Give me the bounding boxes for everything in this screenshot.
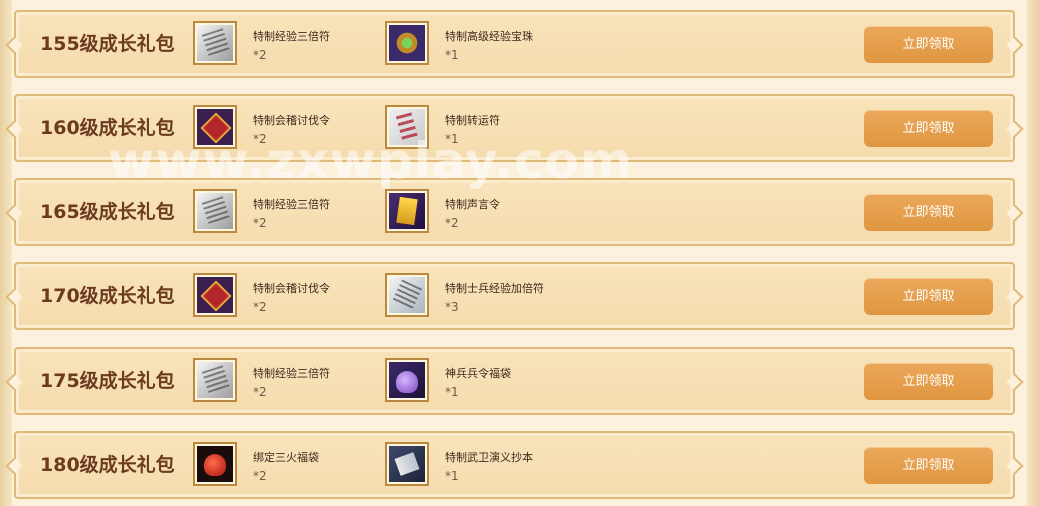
right-frame-border [1027,0,1039,506]
reward-quantity: *1 [445,385,459,399]
exp-talisman-icon [197,193,233,229]
growth-pack-row: 180级成长礼包 绑定三火福袋 *2 特制武卫演义抄本 *1 立即领取 [14,431,1015,499]
reward-name: 特制转运符 [445,114,500,127]
reward-quantity: *3 [445,300,459,314]
reward-thumbnail[interactable] [385,358,429,402]
reward-name: 特制会稽讨伐令 [253,282,330,295]
reward-thumbnail[interactable] [385,21,429,65]
pack-title: 160级成长礼包 [40,117,175,139]
pack-title: 155级成长礼包 [40,33,175,55]
crusade-token-icon [197,277,233,313]
reward-thumbnail[interactable] [193,358,237,402]
reward-name: 特制武卫演义抄本 [445,451,533,464]
reward-quantity: *2 [253,469,267,483]
claim-now-button[interactable]: 立即领取 [864,278,993,315]
claim-now-button[interactable]: 立即领取 [864,363,993,400]
exp-talisman-icon [197,25,233,61]
reward-quantity: *1 [445,469,459,483]
reward-name: 特制声言令 [445,198,500,211]
exp-talisman-icon [197,362,233,398]
reward-thumbnail[interactable] [385,442,429,486]
growth-pack-row: 155级成长礼包 特制经验三倍符 *2 特制高级经验宝珠 *1 立即领取 [14,10,1015,78]
luck-talisman-icon [389,109,425,145]
exp-orb-icon [389,25,425,61]
reward-quantity: *2 [445,216,459,230]
reward-thumbnail[interactable] [193,273,237,317]
growth-pack-row: 165级成长礼包 特制经验三倍符 *2 特制声言令 *2 立即领取 [14,178,1015,246]
pack-title: 180级成长礼包 [40,454,175,476]
pack-title: 165级成长礼包 [40,201,175,223]
soldier-exp-talisman-icon [389,277,425,313]
reward-thumbnail[interactable] [385,273,429,317]
reward-quantity: *2 [253,216,267,230]
reward-name: 特制会稽讨伐令 [253,114,330,127]
claim-now-button[interactable]: 立即领取 [864,110,993,147]
claim-now-button[interactable]: 立即领取 [864,194,993,231]
reward-name: 绑定三火福袋 [253,451,319,464]
reward-quantity: *2 [253,48,267,62]
claim-now-button[interactable]: 立即领取 [864,26,993,63]
purple-lucky-bag-icon [389,362,425,398]
reward-quantity: *1 [445,132,459,146]
reward-quantity: *1 [445,48,459,62]
reward-name: 特制士兵经验加倍符 [445,282,544,295]
reward-thumbnail[interactable] [193,105,237,149]
growth-pack-row: 160级成长礼包 特制会稽讨伐令 *2 特制转运符 *1 立即领取 [14,94,1015,162]
growth-pack-row: 175级成长礼包 特制经验三倍符 *2 神兵兵令福袋 *1 立即领取 [14,347,1015,415]
reward-name: 特制经验三倍符 [253,367,330,380]
crusade-token-icon [197,109,233,145]
reward-quantity: *2 [253,385,267,399]
reward-thumbnail[interactable] [193,21,237,65]
growth-pack-row: 170级成长礼包 特制会稽讨伐令 *2 特制士兵经验加倍符 *3 立即领取 [14,262,1015,330]
claim-now-button[interactable]: 立即领取 [864,447,993,484]
reward-name: 特制高级经验宝珠 [445,30,533,43]
pack-title: 175级成长礼包 [40,370,175,392]
reward-name: 特制经验三倍符 [253,198,330,211]
reward-name: 特制经验三倍符 [253,30,330,43]
reward-thumbnail[interactable] [193,189,237,233]
reward-name: 神兵兵令福袋 [445,367,511,380]
reward-thumbnail[interactable] [193,442,237,486]
reward-thumbnail[interactable] [385,105,429,149]
red-lucky-bag-icon [197,446,233,482]
manuscript-book-icon [389,446,425,482]
decree-scroll-icon [389,193,425,229]
reward-thumbnail[interactable] [385,189,429,233]
pack-title: 170级成长礼包 [40,285,175,307]
reward-quantity: *2 [253,132,267,146]
reward-quantity: *2 [253,300,267,314]
left-frame-border [0,0,12,506]
